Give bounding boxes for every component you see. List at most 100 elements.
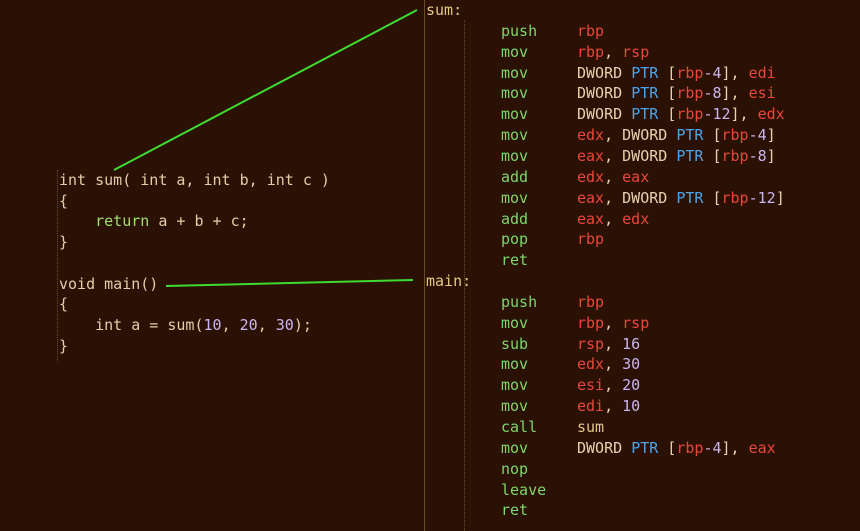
asm-operand-token: -4 [703,63,722,82]
asm-operand-token: -4 [703,438,722,457]
asm-operand-token: eax [622,167,650,186]
asm-operand-token: , [604,355,623,374]
asm-mnemonic: mov [501,84,529,103]
asm-operand-token: eax [577,209,605,228]
asm-listing: sum: push rbp mov rbp, rsp mov DWORD PTR [rbp-… [0,0,860,531]
asm-operands: DWORD PTR [rbp-4], eax [577,438,776,458]
asm-operands: rbp [577,292,604,312]
asm-mnemonic: pop [501,230,529,249]
asm-operand-token: edx [577,355,605,374]
asm-operand-token: esi [577,376,605,395]
asm-mnemonic: mov [501,63,529,82]
asm-operand-token: [ [703,146,722,165]
asm-mnemonic: push [501,292,538,311]
asm-operands: esi, 20 [577,375,640,395]
asm-operand-token: edi [748,63,776,82]
asm-operand-token: , [604,397,623,416]
asm-operands: eax, DWORD PTR [rbp-12] [577,188,785,208]
asm-operand-token: rbp [577,42,605,61]
asm-operand-token: , [604,376,623,395]
asm-mnemonic: ret [501,251,529,270]
asm-operand-token: [ [658,105,677,124]
asm-operand-token: PTR [631,84,659,103]
asm-operand-token: edi [577,397,605,416]
asm-operands: sum [577,417,604,437]
asm-operand-token: PTR [631,438,659,457]
asm-operand-token: [ [703,126,722,145]
asm-function-label: main: [426,272,472,291]
asm-operand-token: 16 [622,334,641,353]
asm-operand-token: -8 [748,146,767,165]
asm-operand-token: 10 [622,397,641,416]
asm-operand-token: rbp [721,146,749,165]
asm-operands: DWORD PTR [rbp-4], edi [577,63,776,83]
asm-operand-token: , [604,167,623,186]
asm-operand-token: , [604,313,623,332]
asm-operands: edx, 30 [577,354,640,374]
asm-operand-token: ], [730,105,758,124]
asm-operand-token: DWORD [577,105,632,124]
asm-operands: rbp, rsp [577,313,649,333]
asm-operands: edx, DWORD PTR [rbp-4] [577,125,776,145]
asm-operand-token: PTR [631,63,659,82]
asm-operand-token: eax [577,146,605,165]
asm-mnemonic: mov [501,146,529,165]
asm-operand-token: , DWORD [604,188,677,207]
asm-mnemonic: mov [501,313,529,332]
asm-mnemonic: mov [501,42,529,61]
asm-operand-token: rbp [577,230,605,249]
asm-operands: rbp [577,21,604,41]
asm-operand-token: , [604,42,623,61]
asm-mnemonic: mov [501,355,529,374]
asm-operand-token: -12 [748,188,776,207]
asm-operand-token: rbp [676,63,704,82]
asm-mnemonic: nop [501,459,529,478]
asm-operands: edi, 10 [577,396,640,416]
asm-operand-token: , DWORD [604,146,677,165]
asm-operands: DWORD PTR [rbp-12], edx [577,104,785,124]
asm-operand-token: rbp [676,84,704,103]
asm-mnemonic: mov [501,397,529,416]
asm-operand-token: rbp [721,188,749,207]
asm-mnemonic: mov [501,188,529,207]
asm-operand-token: [ [658,84,677,103]
asm-mnemonic: add [501,209,529,228]
asm-mnemonic: mov [501,126,529,145]
asm-mnemonic: leave [501,480,547,499]
asm-operand-token: edx [622,209,650,228]
asm-function-label: sum: [426,1,463,19]
asm-operands: rbp, rsp [577,42,649,62]
asm-operand-token: rbp [676,438,704,457]
asm-operand-token: -4 [748,126,767,145]
asm-operand-token: , [604,209,623,228]
asm-operand-token: ], [721,438,749,457]
asm-mnemonic: sub [501,334,529,353]
asm-operand-token: , DWORD [604,126,677,145]
asm-operand-token: DWORD [577,84,632,103]
asm-operand-token: [ [658,63,677,82]
asm-operand-token: rbp [676,105,704,124]
asm-operand-token: rbp [577,292,605,311]
asm-operand-token: edx [757,105,785,124]
asm-operand-token: 30 [622,355,641,374]
asm-mnemonic: mov [501,376,529,395]
asm-operand-token: rsp [577,334,605,353]
asm-operand-token: DWORD [577,438,632,457]
asm-operand-token: PTR [631,105,659,124]
asm-operands: eax, edx [577,209,649,229]
asm-operands: DWORD PTR [rbp-8], esi [577,83,776,103]
asm-mnemonic: push [501,21,538,40]
asm-operand-token: ] [775,188,785,207]
asm-operand-token: rsp [622,42,650,61]
asm-operand-token: rbp [577,313,605,332]
asm-operand-token: rsp [622,313,650,332]
asm-operands: rsp, 16 [577,334,640,354]
asm-operand-token: [ [703,188,722,207]
asm-operand-token: ], [721,63,749,82]
asm-operand-token: PTR [676,146,704,165]
asm-operand-token: [ [658,438,677,457]
asm-mnemonic: call [501,418,538,436]
asm-operand-token: PTR [676,188,704,207]
asm-operand-token: rbp [721,126,749,145]
asm-operand-token: esi [748,84,776,103]
